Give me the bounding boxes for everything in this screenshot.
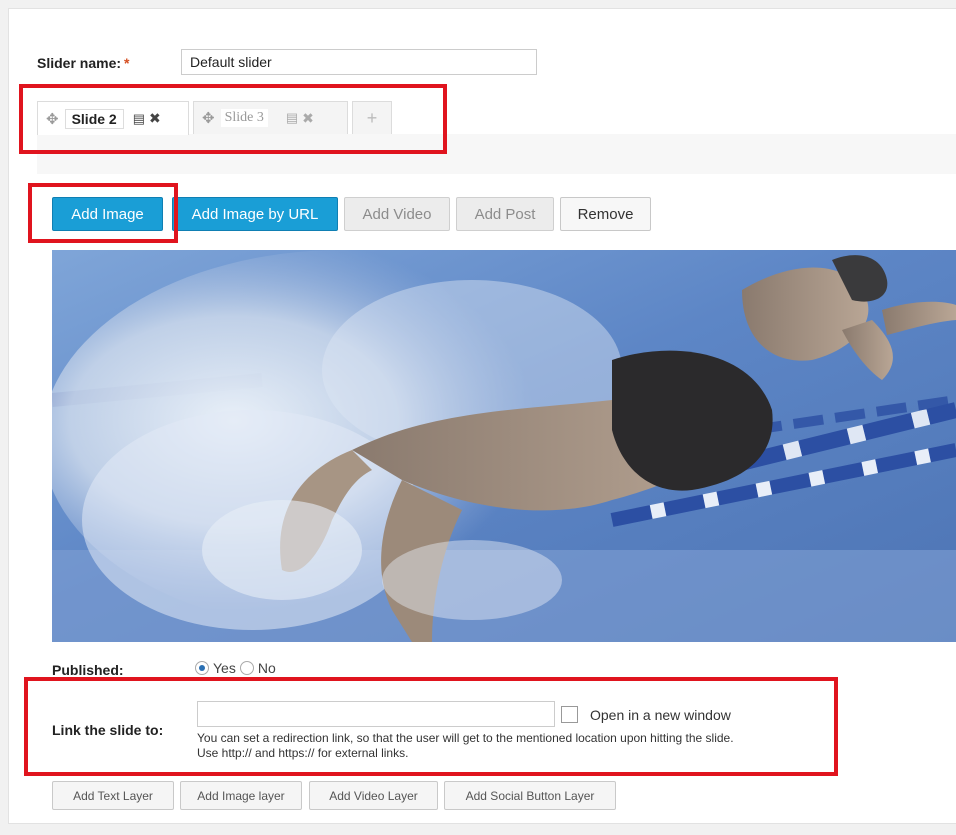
published-no-radio[interactable] xyxy=(239,661,254,675)
add-post-button[interactable]: Add Post xyxy=(456,197,554,231)
add-text-layer-button[interactable]: Add Text Layer xyxy=(52,781,174,810)
published-label: Published: xyxy=(52,662,124,678)
add-image-by-url-button[interactable]: Add Image by URL xyxy=(172,197,338,231)
slider-name-input[interactable] xyxy=(181,49,537,75)
highlight-box-add-image xyxy=(28,183,178,243)
published-yes-radio[interactable] xyxy=(195,661,209,675)
add-social-button-layer-button[interactable]: Add Social Button Layer xyxy=(444,781,616,810)
highlight-box-link xyxy=(24,677,838,776)
add-video-button[interactable]: Add Video xyxy=(344,197,450,231)
required-asterisk: * xyxy=(124,55,130,71)
highlight-box-tabs xyxy=(19,84,447,154)
slide-image xyxy=(52,250,956,642)
add-image-layer-button[interactable]: Add Image layer xyxy=(180,781,302,810)
slider-name-label: Slider name: * xyxy=(37,55,130,71)
remove-button[interactable]: Remove xyxy=(560,197,651,231)
published-no-label: No xyxy=(257,660,276,676)
published-yes-label: Yes xyxy=(213,660,236,676)
add-video-layer-button[interactable]: Add Video Layer xyxy=(309,781,438,810)
published-radio-group: Yes No xyxy=(195,660,276,676)
